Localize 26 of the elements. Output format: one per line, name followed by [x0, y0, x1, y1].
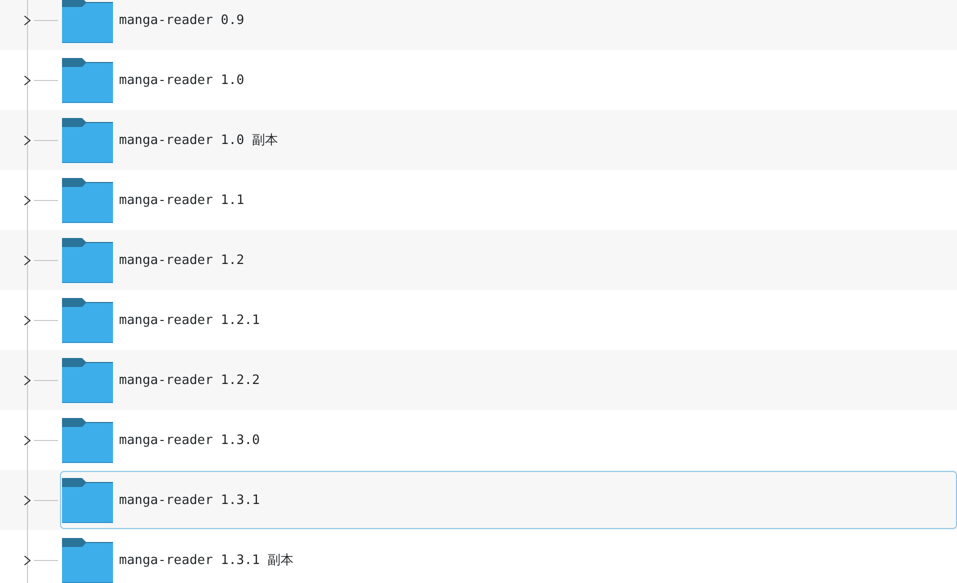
- folder-icon: [62, 478, 113, 522]
- folder-icon: [62, 178, 113, 222]
- folder-item[interactable]: manga-reader 1.1: [60, 171, 957, 229]
- folder-icon: [62, 58, 113, 102]
- folder-name: manga-reader 0.9: [119, 12, 244, 28]
- folder-item[interactable]: manga-reader 1.3.1: [60, 471, 957, 529]
- folder-icon: [62, 358, 113, 402]
- folder-item[interactable]: manga-reader 1.2.1: [60, 291, 957, 349]
- folder-name: manga-reader 1.2.2: [119, 372, 260, 388]
- folder-name: manga-reader 1.2.1: [119, 312, 260, 328]
- folder-name: manga-reader 1.0 副本: [119, 132, 278, 149]
- folder-item[interactable]: manga-reader 1.0: [60, 51, 957, 109]
- folder-item[interactable]: manga-reader 1.3.1 副本: [60, 531, 957, 583]
- folder-icon: [62, 118, 113, 162]
- folder-icon: [62, 238, 113, 282]
- folder-name: manga-reader 1.0: [119, 72, 244, 88]
- folder-icon: [62, 298, 113, 342]
- folder-item[interactable]: manga-reader 1.3.0: [60, 411, 957, 469]
- folder-name: manga-reader 1.1: [119, 192, 244, 208]
- folder-name: manga-reader 1.3.0: [119, 432, 260, 448]
- folder-icon: [62, 538, 113, 582]
- folder-name: manga-reader 1.2: [119, 252, 244, 268]
- folder-name: manga-reader 1.3.1: [119, 492, 260, 508]
- folder-icon: [62, 418, 113, 462]
- folder-icon: [62, 0, 113, 42]
- folder-name: manga-reader 1.3.1 副本: [119, 552, 294, 569]
